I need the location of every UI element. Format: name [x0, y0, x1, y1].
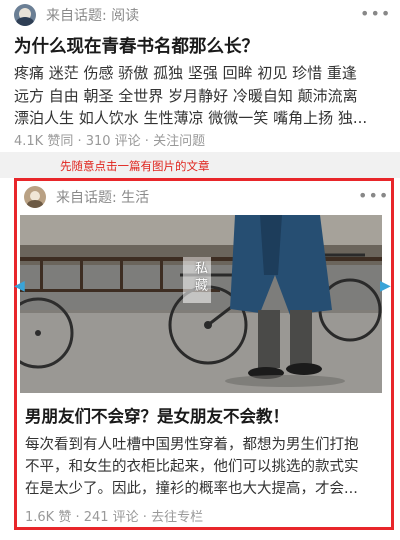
- chevron-right-icon[interactable]: ▶: [380, 278, 391, 294]
- excerpt-line: 在是太少了。因此，撞衫的概率也大大提高，才会...: [25, 481, 358, 497]
- article-excerpt[interactable]: 每次看到有人吐槽中国男性穿着，都想为男生们打抱 不平，和女生的衣柜比起来，他们可…: [25, 434, 385, 500]
- question-excerpt[interactable]: 疼痛 迷茫 伤感 骄傲 孤独 坚强 回眸 初见 珍惜 重逢 远方 自由 朝圣 全…: [14, 62, 396, 130]
- chevron-left-icon[interactable]: ◀: [14, 278, 25, 294]
- more-icon[interactable]: •••: [360, 4, 391, 23]
- excerpt-line: 不平，和女生的衣柜比起来，他们可以挑选的款式实: [25, 459, 359, 475]
- more-icon[interactable]: •••: [358, 186, 389, 205]
- card-header: 来自话题: 生活: [24, 186, 149, 208]
- card-meta: 1.6K 赞 · 241 评论 · 去往专栏: [25, 510, 204, 525]
- excerpt-line: 每次看到有人吐槽中国男性穿着，都想为男生们打抱: [25, 437, 359, 453]
- question-title[interactable]: 为什么现在青春书名都那么长？: [14, 33, 259, 58]
- avatar[interactable]: [14, 4, 36, 26]
- topic-label[interactable]: 来自话题: 阅读: [46, 5, 139, 25]
- excerpt-line: 漂泊人生 如人饮水 生性薄凉 微微一笑 嘴角上扬 独...: [14, 109, 368, 127]
- instruction-hint: 先随意点击一篇有图片的文章: [60, 159, 210, 173]
- article-title[interactable]: 男朋友们不会穿？是女朋友不会教！: [25, 403, 289, 427]
- excerpt-line: 疼痛 迷茫 伤感 骄傲 孤独 坚强 回眸 初见 珍惜 重逢: [14, 64, 357, 82]
- excerpt-line: 远方 自由 朝圣 全世界 岁月静好 冷暖自知 颠沛流离: [14, 86, 358, 105]
- feed-card-question[interactable]: 来自话题: 阅读 ••• 为什么现在青春书名都那么长？ 疼痛 迷茫 伤感 骄傲 …: [0, 0, 400, 152]
- card-header: 来自话题: 阅读: [14, 4, 139, 26]
- topic-label[interactable]: 来自话题: 生活: [56, 187, 149, 207]
- article-cover-image[interactable]: 私藏: [20, 215, 382, 393]
- card-meta: 4.1K 赞同 · 310 评论 · 关注问题: [14, 134, 206, 149]
- avatar[interactable]: [24, 186, 46, 208]
- image-caption: 私藏: [192, 261, 207, 295]
